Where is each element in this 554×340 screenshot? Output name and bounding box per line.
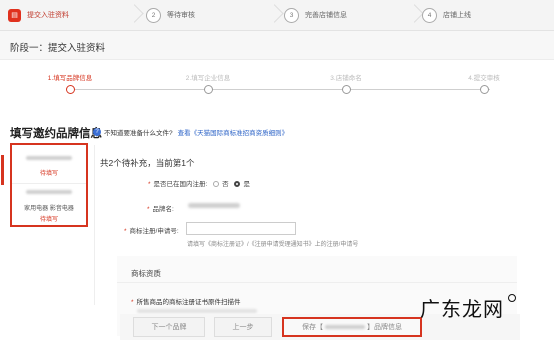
brand-name-blurred xyxy=(188,203,240,208)
document-icon: ▤ xyxy=(8,8,21,22)
save-brand-button[interactable]: 保存【 】品牌信息 xyxy=(282,317,422,337)
help-text: 不知道要准备什么文件? xyxy=(104,130,173,137)
top-step-1: ▤ 提交入驻资料 xyxy=(8,0,69,30)
progress-label-4: 4.提交审核 xyxy=(468,75,500,82)
step-number: 4 xyxy=(422,7,437,23)
required-mark: * xyxy=(147,206,150,213)
brand-status: 待填写 xyxy=(39,217,58,223)
radio-yes[interactable] xyxy=(234,181,241,187)
progress-node-2 xyxy=(204,85,213,94)
pending-counter: 共2个待补充，当前第1个 xyxy=(100,158,195,168)
progress-label-3: 3.店铺命名 xyxy=(330,75,362,82)
step-separator xyxy=(128,0,138,30)
radio-no-label: 否 xyxy=(222,181,229,188)
help-tip: ? 不知道要准备什么文件? 查看《天猫国际商标准招商资质细则》 xyxy=(93,127,288,137)
brand-label: 品牌名: xyxy=(152,206,174,213)
step-number: 3 xyxy=(284,7,299,23)
top-step-label: 店铺上线 xyxy=(443,12,471,19)
progress-label-1: 1.填写品牌信息 xyxy=(47,75,93,82)
brand-list: 待填写 家用电器 影音电器 待填写 xyxy=(10,143,88,227)
brand-category: 家用电器 影音电器 xyxy=(24,206,74,212)
trademark-hint: 请填写《商标注册证》/《注册申请受理通知书》上的注册/申请号 xyxy=(187,242,359,248)
required-mark: * xyxy=(131,299,134,306)
registered-row: * 是否已在国内注册: 否 是 xyxy=(148,178,250,188)
trademark-input[interactable] xyxy=(186,222,296,235)
brand-status: 待填写 xyxy=(39,171,58,177)
progress-node-3 xyxy=(342,85,351,94)
radio-no[interactable] xyxy=(213,181,220,187)
top-step-label: 完善店铺信息 xyxy=(305,12,347,19)
required-mark: * xyxy=(124,228,127,235)
top-step-label: 提交入驻资料 xyxy=(27,12,69,19)
registered-mark-icon xyxy=(508,294,516,302)
stage-title: 阶段一：提交入驻资料 xyxy=(10,43,106,54)
progress-node-1 xyxy=(66,85,75,94)
active-brand-marker xyxy=(1,155,4,185)
brand-list-item-1[interactable]: 待填写 xyxy=(12,145,86,183)
registered-label: 是否已在国内注册: xyxy=(153,181,208,188)
progress-line xyxy=(70,89,490,90)
question-icon: ? xyxy=(93,128,101,136)
step-number: 2 xyxy=(146,7,161,23)
save-suffix: 】品牌信息 xyxy=(367,324,402,331)
top-step-label: 等待审核 xyxy=(167,12,195,19)
section-heading: 填写邀约品牌信息 xyxy=(10,128,102,140)
top-step-4: 4 店铺上线 xyxy=(422,0,471,30)
progress-label-2: 2.填写企业信息 xyxy=(185,75,231,82)
required-mark: * xyxy=(148,181,151,188)
brand-name-blurred xyxy=(26,190,72,194)
trademark-row: * 商标注册/申请号: xyxy=(124,225,179,235)
brand-row: * 品牌名: xyxy=(147,203,174,213)
progress-node-4 xyxy=(480,85,489,94)
top-step-3: 3 完善店铺信息 xyxy=(284,0,347,30)
qualification-title: 商标资质 xyxy=(131,269,161,278)
cert-hint-blurred xyxy=(137,309,257,313)
next-brand-button[interactable]: 下一个品牌 xyxy=(133,317,205,337)
step-separator xyxy=(268,0,278,30)
prev-step-button[interactable]: 上一步 xyxy=(214,317,272,337)
stage-header: 阶段一：提交入驻资料 xyxy=(0,31,554,60)
brand-name-blurred xyxy=(325,325,365,329)
rules-link[interactable]: 查看《天猫国际商标准招商资质细则》 xyxy=(178,127,289,137)
step-separator xyxy=(408,0,418,30)
save-prefix: 保存【 xyxy=(302,324,323,331)
top-step-2: 2 等待审核 xyxy=(146,0,195,30)
cert-label: 所售商品的商标注册证书原件扫描件 xyxy=(136,299,241,306)
divider xyxy=(117,282,517,283)
brand-name-blurred xyxy=(26,156,72,160)
watermark-text: 广东龙网 xyxy=(420,297,504,321)
divider xyxy=(94,145,95,305)
brand-list-item-2[interactable]: 家用电器 影音电器 待填写 xyxy=(12,184,86,225)
trademark-label: 商标注册/申请号: xyxy=(129,228,179,235)
cert-row: * 所售商品的商标注册证书原件扫描件 xyxy=(131,296,241,306)
watermark-logo: 广东龙网 xyxy=(420,293,516,322)
radio-yes-label: 是 xyxy=(243,181,250,188)
